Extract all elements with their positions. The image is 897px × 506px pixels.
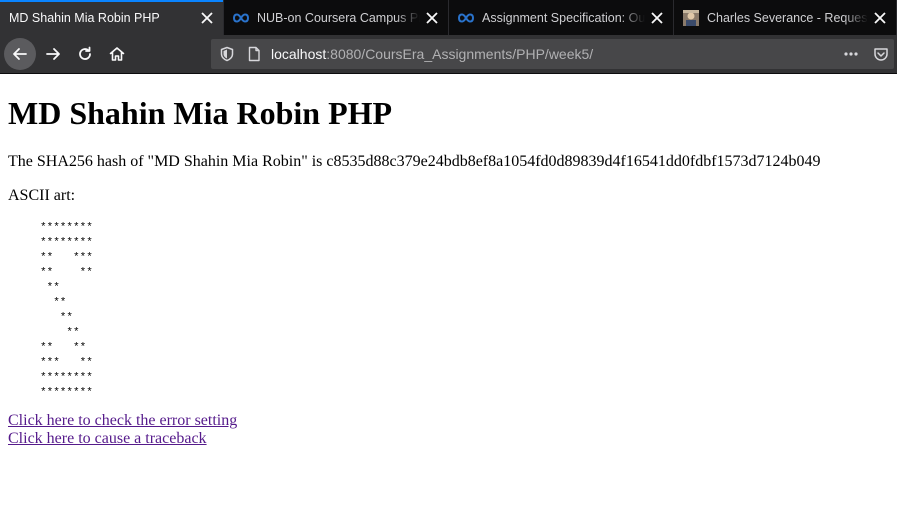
reload-icon xyxy=(79,46,91,60)
close-icon[interactable] xyxy=(872,10,888,26)
ascii-art-label: ASCII art: xyxy=(8,187,76,204)
check-error-setting-link[interactable]: Click here to check the error setting xyxy=(8,412,237,429)
tab-nub-coursera[interactable]: NUB-on Coursera Campus Program xyxy=(224,0,449,35)
close-icon[interactable] xyxy=(424,10,440,26)
coursera-infinity-icon xyxy=(458,10,474,26)
cause-traceback-link[interactable]: Click here to cause a traceback xyxy=(8,430,207,447)
reload-button[interactable] xyxy=(69,38,101,70)
forward-button[interactable] xyxy=(37,38,69,70)
url-text[interactable]: localhost:8080/CoursEra_Assignments/PHP/… xyxy=(271,46,593,62)
arrow-right-icon xyxy=(46,48,60,60)
url-path: :8080/CoursEra_Assignments/PHP/week5/ xyxy=(326,46,594,62)
tab-assignment-spec[interactable]: Assignment Specification: Our xyxy=(449,0,674,35)
arrow-left-icon xyxy=(13,48,27,60)
tab-title: NUB-on Coursera Campus Program xyxy=(257,10,420,25)
coursera-infinity-icon xyxy=(233,10,249,26)
address-bar[interactable]: localhost:8080/CoursEra_Assignments/PHP/… xyxy=(211,39,894,69)
pocket-icon[interactable] xyxy=(873,46,889,62)
back-button[interactable] xyxy=(4,38,36,70)
tab-md-shahin[interactable]: MD Shahin Mia Robin PHP xyxy=(0,0,224,35)
page-content: MD Shahin Mia Robin PHP The SHA256 hash … xyxy=(0,74,897,506)
sha256-hash-text: The SHA256 hash of "MD Shahin Mia Robin"… xyxy=(8,153,821,170)
tracking-protection-shield-icon[interactable] xyxy=(219,46,235,62)
tab-charles-severance[interactable]: Charles Severance - Request/Res xyxy=(674,0,897,35)
tab-strip: MD Shahin Mia Robin PHP NUB-on Coursera … xyxy=(0,0,897,35)
tab-title: Charles Severance - Request/Res xyxy=(707,10,868,25)
browser-window: MD Shahin Mia Robin PHP NUB-on Coursera … xyxy=(0,0,897,506)
ascii-art-block: ******** ******** ** *** ** ** ** ** ** … xyxy=(40,222,93,399)
page-heading: MD Shahin Mia Robin PHP xyxy=(8,95,393,131)
close-icon[interactable] xyxy=(649,10,665,26)
profile-photo-icon xyxy=(683,9,699,26)
page-actions-more-icon[interactable] xyxy=(843,46,859,62)
home-icon xyxy=(109,47,125,61)
tab-title: MD Shahin Mia Robin PHP xyxy=(9,10,160,25)
page-info-icon[interactable] xyxy=(246,46,262,62)
close-icon[interactable] xyxy=(199,10,215,26)
home-button[interactable] xyxy=(101,38,133,70)
navigation-toolbar: localhost:8080/CoursEra_Assignments/PHP/… xyxy=(0,35,897,74)
tab-title: Assignment Specification: Our xyxy=(482,10,645,25)
url-host: localhost xyxy=(271,46,327,62)
